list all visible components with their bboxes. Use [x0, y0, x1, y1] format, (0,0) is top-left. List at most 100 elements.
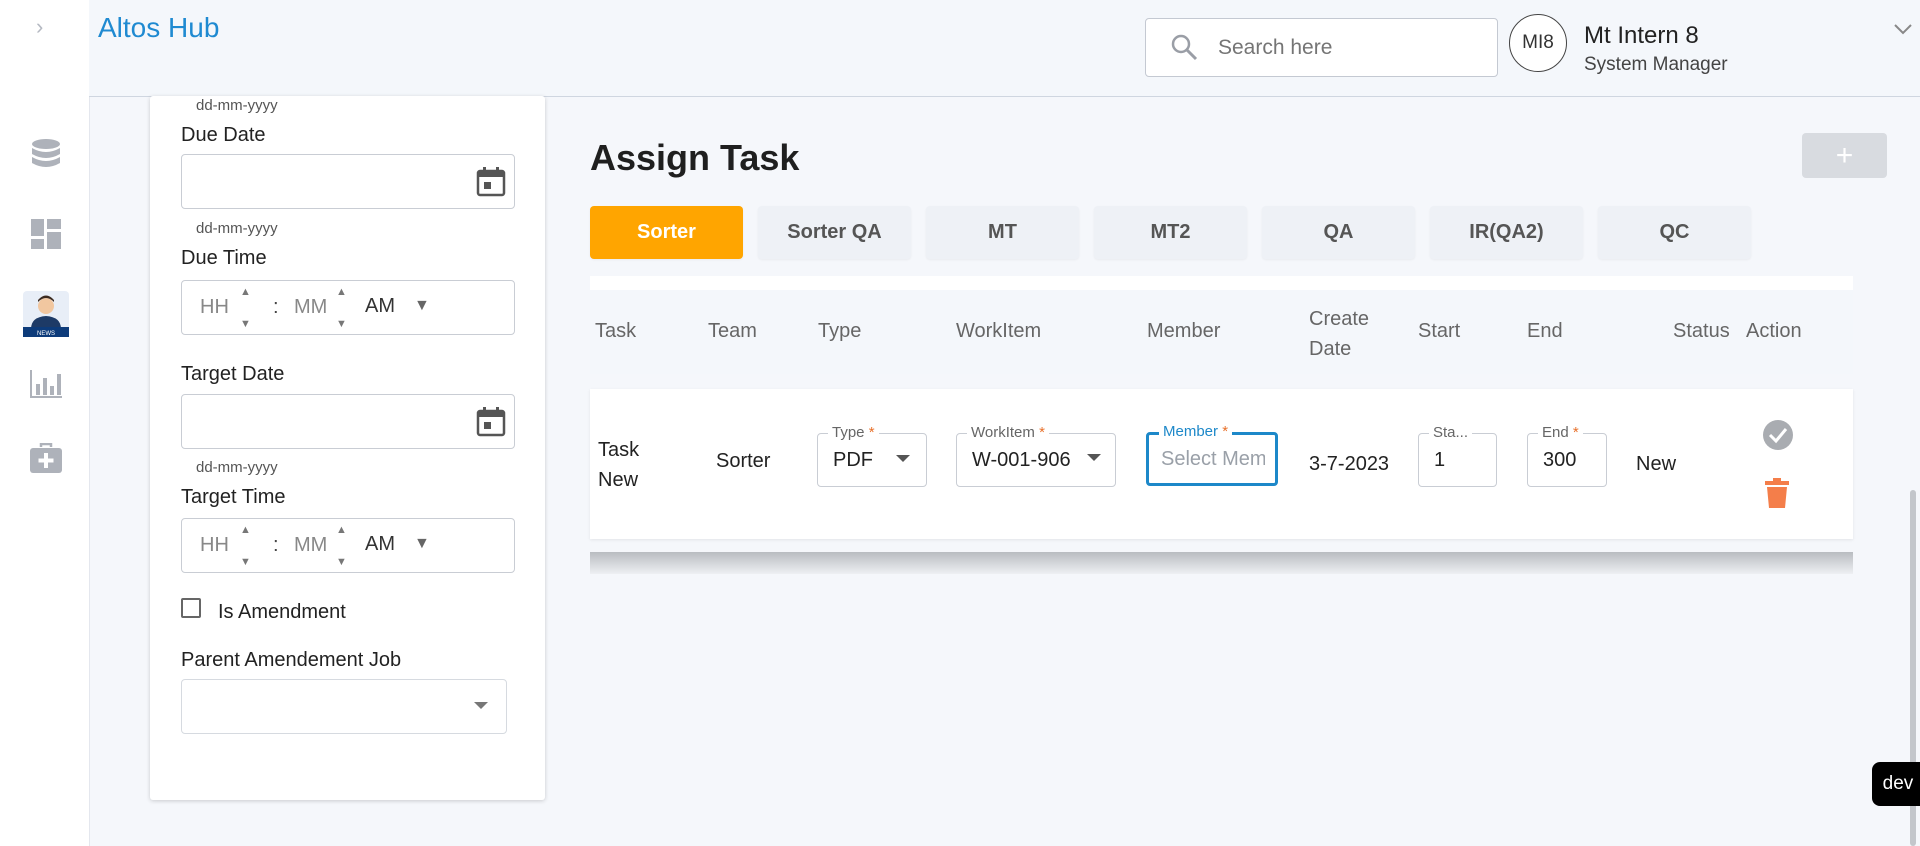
news-avatar-icon: NEWS [23, 291, 69, 337]
search-box[interactable] [1145, 18, 1498, 77]
database-icon [32, 139, 60, 167]
dashboard-icon [31, 219, 61, 249]
due-hour-input[interactable]: HH [200, 296, 229, 319]
dev-badge[interactable]: dev [1872, 762, 1920, 806]
caret-down-icon [896, 455, 910, 462]
end-input[interactable]: End * 300 [1527, 424, 1607, 487]
workitem-select[interactable]: WorkItem * W-001-906 [956, 424, 1116, 487]
caret-down-icon [1087, 454, 1101, 461]
tab-mt[interactable]: MT [926, 206, 1079, 259]
minute-up-icon[interactable]: ▲ [336, 525, 347, 536]
search-icon [1171, 34, 1198, 61]
target-time-field[interactable]: HH ▲ ▼ : MM ▲ ▼ AM ▼ [181, 518, 515, 573]
cell-task: Task New [598, 439, 640, 491]
column-header-end: End [1527, 320, 1563, 342]
check-circle-icon[interactable] [1762, 419, 1794, 451]
target-hour-input[interactable]: HH [200, 534, 229, 557]
tab-ir-qa2[interactable]: IR(QA2) [1430, 206, 1583, 259]
hour-down-icon[interactable]: ▼ [240, 319, 251, 330]
column-header-type: Type [818, 320, 862, 342]
hour-down-icon[interactable]: ▼ [240, 557, 251, 568]
caret-down-icon[interactable]: ▼ [414, 297, 430, 315]
due-time-label: Due Time [181, 247, 267, 269]
target-date-field[interactable] [181, 394, 515, 449]
minute-up-icon[interactable]: ▲ [336, 287, 347, 298]
due-ampm-select[interactable]: AM [365, 295, 395, 318]
tab-mt2[interactable]: MT2 [1094, 206, 1247, 259]
is-amendment-checkbox[interactable] [181, 598, 201, 618]
column-header-action: Action [1746, 320, 1802, 342]
minute-down-icon[interactable]: ▼ [336, 557, 347, 568]
user-role: System Manager [1584, 54, 1728, 75]
due-time-field[interactable]: HH ▲ ▼ : MM ▲ ▼ AM ▼ [181, 280, 515, 335]
cell-team: Sorter [716, 450, 771, 472]
date-format-hint: dd-mm-yyyy [196, 97, 278, 114]
sidebar-item-database[interactable] [22, 132, 70, 180]
parent-job-label: Parent Amendement Job [181, 649, 402, 671]
bar-chart-icon [30, 370, 62, 398]
cell-status: New [1636, 453, 1677, 475]
cell-create-date: 3-7-2023 [1309, 453, 1390, 475]
table-row: Task New Sorter Type * PDF WorkItem * W-… [590, 389, 1853, 539]
chevron-right-icon[interactable]: › [36, 14, 43, 40]
column-header-task: Task [595, 320, 637, 342]
column-header-team: Team [708, 320, 757, 342]
type-label: Type [832, 424, 865, 441]
user-name: Mt Intern 8 [1584, 22, 1699, 49]
sidebar-item-reports[interactable] [22, 360, 70, 408]
required-mark: * [868, 424, 875, 441]
target-ampm-select[interactable]: AM [365, 533, 395, 556]
sidebar-item-medical[interactable] [22, 434, 70, 482]
tab-qc[interactable]: QC [1598, 206, 1751, 259]
medical-kit-icon [30, 443, 62, 473]
end-label: End [1542, 424, 1569, 441]
user-avatar[interactable]: MI8 [1509, 14, 1567, 72]
start-label: Sta... [1429, 424, 1473, 441]
search-input[interactable] [1216, 35, 1480, 61]
type-select[interactable]: Type * PDF [817, 424, 927, 487]
trash-icon[interactable] [1764, 478, 1790, 508]
type-value: PDF [833, 449, 873, 471]
column-header-start: Start [1418, 320, 1461, 342]
calendar-icon[interactable] [476, 167, 506, 197]
is-amendment-label: Is Amendment [218, 601, 346, 623]
table-header: Task Team Type WorkItem Member Create Da… [590, 290, 1853, 374]
sidebar-item-news[interactable]: NEWS [22, 290, 70, 338]
required-mark: * [1572, 424, 1579, 441]
time-separator: : [273, 534, 279, 556]
add-task-button[interactable]: + [1802, 133, 1887, 178]
hour-up-icon[interactable]: ▲ [240, 287, 251, 298]
tab-sorter[interactable]: Sorter [590, 206, 743, 259]
column-header-workitem: WorkItem [956, 320, 1042, 342]
tab-qa[interactable]: QA [1262, 206, 1415, 259]
target-date-label: Target Date [181, 363, 285, 385]
svg-text:NEWS: NEWS [37, 331, 55, 337]
table-top-bar [590, 276, 1853, 290]
sidebar-item-dashboard[interactable] [22, 210, 70, 258]
required-mark: * [1222, 423, 1229, 440]
column-header-status: Status [1673, 320, 1730, 342]
table-footer-shadow [590, 552, 1853, 574]
parent-job-select[interactable] [181, 679, 507, 734]
end-value: 300 [1543, 449, 1577, 471]
time-separator: : [273, 296, 279, 318]
member-placeholder: Select Mem [1161, 448, 1265, 470]
workitem-value: W-001-906 [972, 449, 1071, 471]
page-title: Assign Task [590, 137, 800, 178]
due-date-field[interactable] [181, 154, 515, 209]
start-input[interactable]: Sta... 1 [1418, 424, 1497, 487]
caret-down-icon[interactable]: ▼ [414, 535, 430, 553]
target-minute-input[interactable]: MM [294, 534, 327, 557]
minute-down-icon[interactable]: ▼ [336, 319, 347, 330]
target-time-label: Target Time [181, 486, 286, 508]
due-minute-input[interactable]: MM [294, 296, 327, 319]
sidebar: › NEWS [0, 0, 90, 846]
chevron-down-icon[interactable] [1893, 22, 1913, 36]
calendar-icon[interactable] [476, 407, 506, 437]
column-header-member: Member [1147, 320, 1221, 342]
workitem-label: WorkItem [971, 424, 1035, 441]
tab-sorter-qa[interactable]: Sorter QA [758, 206, 911, 259]
hour-up-icon[interactable]: ▲ [240, 525, 251, 536]
brand-title[interactable]: Altos Hub [98, 12, 219, 44]
member-input[interactable]: Member * Select Mem [1146, 423, 1278, 486]
